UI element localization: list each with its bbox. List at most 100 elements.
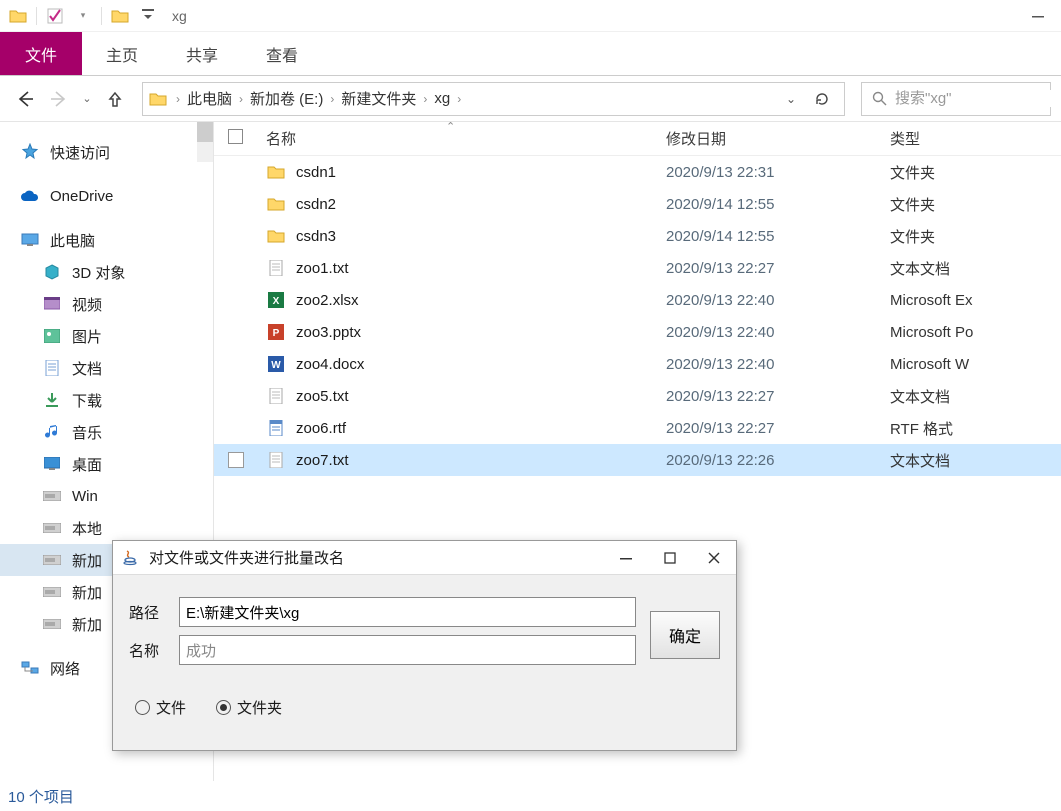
chevron-right-icon[interactable]: › (420, 92, 430, 106)
address-bar[interactable]: › 此电脑 › 新加卷 (E:) › 新建文件夹 › xg › ⌄ (142, 82, 845, 116)
sidebar-item-7[interactable]: 下载 (0, 384, 213, 416)
crumb-folder[interactable]: 新建文件夹 (337, 88, 420, 109)
file-name: csdn1 (296, 164, 336, 181)
folder-icon (7, 5, 29, 27)
qat-checkbox-icon[interactable] (44, 5, 66, 27)
view-tab[interactable]: 查看 (242, 32, 322, 75)
dialog-titlebar[interactable]: 对文件或文件夹进行批量改名 (113, 541, 736, 575)
search-input[interactable] (895, 90, 1061, 107)
sidebar-item-5[interactable]: 图片 (0, 320, 213, 352)
sidebar-item-10[interactable]: Win (0, 480, 213, 512)
search-box[interactable] (861, 82, 1051, 116)
file-type: 文件夹 (890, 162, 1061, 183)
sidebar-item-label: 桌面 (72, 454, 102, 475)
file-type: 文本文档 (890, 258, 1061, 279)
radio-folder[interactable]: 文件夹 (216, 697, 282, 718)
file-type: Microsoft Po (890, 324, 1061, 341)
column-header-date[interactable]: 修改日期 (666, 128, 890, 149)
file-type: Microsoft W (890, 356, 1061, 373)
file-name: zoo5.txt (296, 388, 349, 405)
back-button[interactable] (10, 84, 40, 114)
file-type: 文件夹 (890, 226, 1061, 247)
column-header-name[interactable]: 名称⌃ (266, 128, 666, 149)
txt-icon (266, 450, 286, 470)
ok-button[interactable]: 确定 (650, 611, 720, 659)
file-row[interactable]: zoo6.rtf2020/9/13 22:27RTF 格式 (214, 412, 1061, 444)
select-all-checkbox[interactable] (228, 129, 266, 148)
file-date: 2020/9/13 22:27 (666, 388, 890, 405)
refresh-button[interactable] (814, 91, 830, 107)
radio-file[interactable]: 文件 (135, 697, 186, 718)
sidebar-item-label: 图片 (72, 326, 102, 347)
file-tab[interactable]: 文件 (0, 32, 82, 75)
crumb-pc[interactable]: 此电脑 (183, 88, 236, 109)
status-bar: 10 个项目 (0, 781, 1061, 811)
file-row[interactable]: csdn1 2020/9/13 22:31文件夹 (214, 156, 1061, 188)
dialog-close-button[interactable] (692, 544, 736, 572)
chevron-right-icon[interactable]: › (327, 92, 337, 106)
file-name: zoo6.rtf (296, 420, 346, 437)
pic-icon (42, 326, 62, 346)
file-type: Microsoft Ex (890, 292, 1061, 309)
svg-text:X: X (273, 296, 280, 307)
chevron-right-icon[interactable]: › (236, 92, 246, 106)
file-date: 2020/9/13 22:31 (666, 164, 890, 181)
file-name: csdn2 (296, 196, 336, 213)
address-dropdown[interactable]: ⌄ (786, 92, 796, 106)
qat-dropdown-icon[interactable]: ▾ (72, 5, 94, 27)
crumb-current[interactable]: xg (430, 90, 454, 107)
column-headers: 名称⌃ 修改日期 类型 (214, 122, 1061, 156)
column-header-type[interactable]: 类型 (890, 128, 1061, 149)
file-row[interactable]: csdn32020/9/14 12:55文件夹 (214, 220, 1061, 252)
sidebar-item-3[interactable]: 3D 对象 (0, 256, 213, 288)
file-row[interactable]: Pzoo3.pptx2020/9/13 22:40Microsoft Po (214, 316, 1061, 348)
svg-text:W: W (271, 360, 281, 371)
sidebar-item-4[interactable]: 视频 (0, 288, 213, 320)
file-date: 2020/9/13 22:40 (666, 292, 890, 309)
rtf-icon (266, 418, 286, 438)
forward-button[interactable] (44, 84, 74, 114)
drive-icon (42, 518, 62, 538)
sidebar-item-9[interactable]: 桌面 (0, 448, 213, 480)
sidebar-item-6[interactable]: 文档 (0, 352, 213, 384)
sidebar-scrollbar[interactable] (197, 122, 213, 162)
up-button[interactable] (100, 84, 130, 114)
folder-icon (266, 226, 286, 246)
sidebar-item-0[interactable]: 快速访问 (0, 136, 213, 168)
path-input[interactable] (179, 597, 636, 627)
dialog-minimize-button[interactable] (604, 544, 648, 572)
doc-icon (42, 358, 62, 378)
sidebar-item-8[interactable]: 音乐 (0, 416, 213, 448)
file-row[interactable]: zoo5.txt 2020/9/13 22:27文本文档 (214, 380, 1061, 412)
sidebar-item-1[interactable]: OneDrive (0, 180, 213, 212)
customize-qat-icon[interactable] (137, 5, 159, 27)
file-row[interactable]: csdn22020/9/14 12:55文件夹 (214, 188, 1061, 220)
row-checkbox[interactable] (228, 452, 266, 468)
dialog-maximize-button[interactable] (648, 544, 692, 572)
name-input[interactable] (179, 635, 636, 665)
chevron-right-icon[interactable]: › (454, 92, 464, 106)
file-row[interactable]: Xzoo2.xlsx2020/9/13 22:40Microsoft Ex (214, 284, 1061, 316)
sidebar-item-label: 新加 (72, 614, 102, 635)
file-type: 文本文档 (890, 386, 1061, 407)
file-row[interactable]: Wzoo4.docx2020/9/13 22:40Microsoft W (214, 348, 1061, 380)
sidebar-item-2[interactable]: 此电脑 (0, 224, 213, 256)
home-tab[interactable]: 主页 (82, 32, 162, 75)
file-date: 2020/9/13 22:40 (666, 324, 890, 341)
minimize-button[interactable] (1015, 0, 1061, 32)
file-name: zoo1.txt (296, 260, 349, 277)
recent-dropdown[interactable]: ⌄ (78, 84, 96, 114)
file-row[interactable]: zoo1.txt2020/9/13 22:27文本文档 (214, 252, 1061, 284)
separator (36, 7, 37, 25)
file-name: zoo7.txt (296, 452, 349, 469)
onedrive-icon (20, 186, 40, 206)
share-tab[interactable]: 共享 (162, 32, 242, 75)
ribbon: 文件 主页 共享 查看 (0, 32, 1061, 76)
file-date: 2020/9/13 22:26 (666, 452, 890, 469)
crumb-drive[interactable]: 新加卷 (E:) (246, 88, 327, 109)
chevron-right-icon[interactable]: › (173, 92, 183, 106)
folder-icon (266, 162, 286, 182)
music-icon (42, 422, 62, 442)
sidebar-item-label: 此电脑 (50, 230, 95, 251)
file-row[interactable]: zoo7.txt2020/9/13 22:26文本文档 (214, 444, 1061, 476)
